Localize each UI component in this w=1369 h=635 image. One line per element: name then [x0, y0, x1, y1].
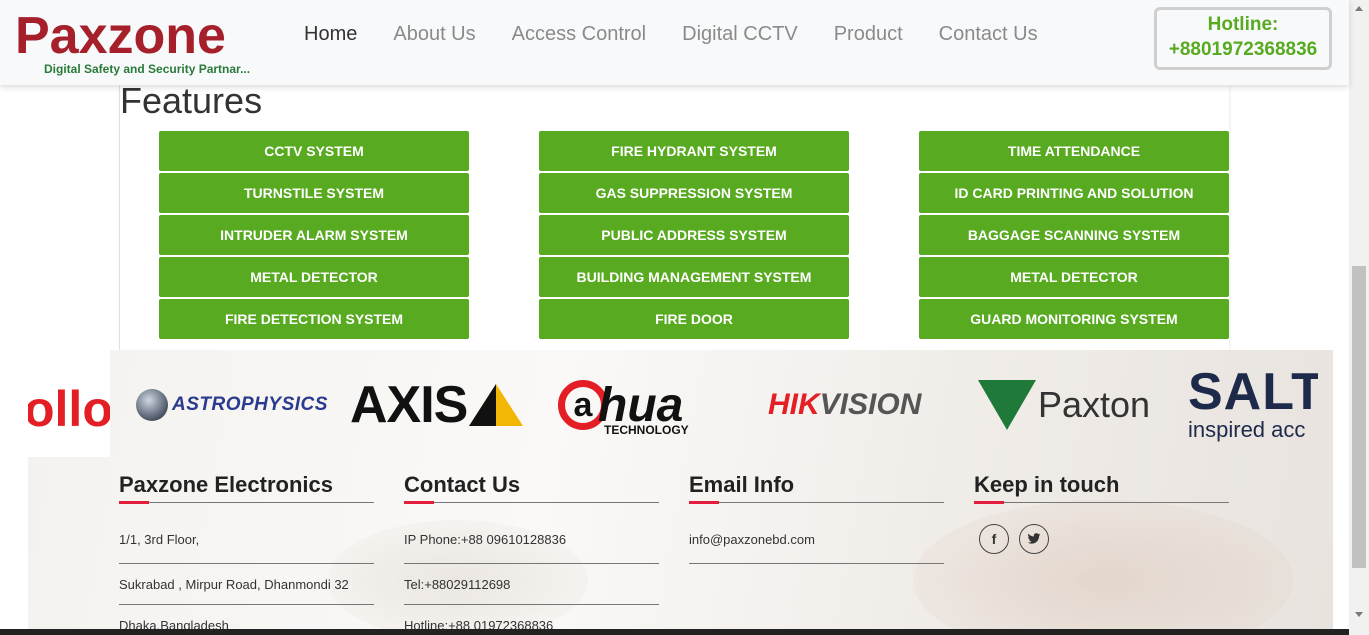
title-underline [404, 501, 659, 504]
title-underline [974, 501, 1229, 504]
logo[interactable]: Paxzone Digital Safety and Security Part… [15, 10, 250, 76]
footer-email-title: Email Info [689, 472, 795, 497]
twitter-icon[interactable] [1019, 524, 1049, 554]
brand-logo-salto[interactable]: SALT inspired acc [1188, 350, 1318, 460]
scroll-up-arrow-icon[interactable] [1355, 6, 1363, 11]
title-underline [119, 501, 374, 504]
nav-access-control[interactable]: Access Control [498, 22, 661, 46]
feature-cctv-system[interactable]: CCTV SYSTEM [159, 131, 469, 171]
scrollbar-thumb[interactable] [1352, 266, 1366, 568]
main-nav: Home About Us Access Control Digital CCT… [290, 22, 1060, 46]
nav-contact-us[interactable]: Contact Us [925, 22, 1052, 46]
address-line: 1/1, 3rd Floor, [119, 530, 374, 564]
brand-logo-axis[interactable]: AXIS [350, 350, 525, 460]
globe-icon [136, 389, 168, 421]
feature-time-attendance[interactable]: TIME ATTENDANCE [919, 131, 1229, 171]
feature-metal-detector[interactable]: METAL DETECTOR [159, 257, 469, 297]
feature-public-address-system[interactable]: PUBLIC ADDRESS SYSTEM [539, 215, 849, 255]
tel-line[interactable]: Tel:+88029112698 [404, 564, 659, 605]
feature-id-card-printing[interactable]: ID CARD PRINTING AND SOLUTION [919, 173, 1229, 213]
feature-baggage-scanning-system[interactable]: BAGGAGE SCANNING SYSTEM [919, 215, 1229, 255]
nav-digital-cctv[interactable]: Digital CCTV [668, 22, 812, 46]
hotline-number[interactable]: +8801972368836 [1157, 39, 1329, 61]
bottom-bar [0, 629, 1349, 635]
hotline-box[interactable]: Hotline: +8801972368836 [1154, 7, 1332, 70]
feature-intruder-alarm-system[interactable]: INTRUDER ALARM SYSTEM [159, 215, 469, 255]
footer-contact-column: Contact Us IP Phone:+88 09610128836 Tel:… [404, 470, 659, 635]
email-link[interactable]: info@paxzonebd.com [689, 530, 944, 564]
brand-logo-dahua[interactable]: a hua TECHNOLOGY [558, 350, 689, 460]
brand-logo-hikvision[interactable]: HIK VISION [768, 350, 921, 460]
feature-gas-suppression-system[interactable]: GAS SUPPRESSION SYSTEM [539, 173, 849, 213]
feature-fire-door[interactable]: FIRE DOOR [539, 299, 849, 339]
footer-contact-title: Contact Us [404, 472, 521, 497]
feature-turnstile-system[interactable]: TURNSTILE SYSTEM [159, 173, 469, 213]
scroll-down-arrow-icon[interactable] [1355, 612, 1363, 617]
feature-fire-hydrant-system[interactable]: FIRE HYDRANT SYSTEM [539, 131, 849, 171]
logo-text[interactable]: Paxzone [15, 10, 226, 62]
ip-phone-line[interactable]: IP Phone:+88 09610128836 [404, 530, 659, 564]
features-title: Features [120, 80, 263, 121]
site-header: Paxzone Digital Safety and Security Part… [0, 0, 1349, 85]
footer-company-title: Paxzone Electronics [119, 472, 333, 497]
hotline-label: Hotline: [1207, 14, 1279, 35]
title-underline [689, 501, 944, 504]
social-links: f [974, 524, 1229, 554]
feature-fire-detection-system[interactable]: FIRE DETECTION SYSTEM [159, 299, 469, 339]
paxton-triangle-icon [978, 380, 1036, 430]
feature-metal-detector-2[interactable]: METAL DETECTOR [919, 257, 1229, 297]
brand-logo-astrophysics[interactable]: ASTROPHYSICS [136, 350, 328, 460]
nav-product[interactable]: Product [820, 22, 917, 46]
brand-carousel: ollo ASTROPHYSICS AXIS a hua TECHNOLOGY … [28, 350, 1318, 460]
feature-guard-monitoring-system[interactable]: GUARD MONITORING SYSTEM [919, 299, 1229, 339]
brand-logo-ollo[interactable]: ollo [28, 350, 110, 457]
axis-triangle-icon [469, 384, 524, 426]
address-line: Sukrabad , Mirpur Road, Dhanmondi 32 [119, 564, 374, 605]
facebook-icon[interactable]: f [979, 524, 1009, 554]
footer-social-title: Keep in touch [974, 472, 1120, 497]
logo-tagline: Digital Safety and Security Partnar... [44, 62, 251, 76]
nav-home[interactable]: Home [290, 22, 371, 46]
brand-logo-paxton[interactable]: Paxton [978, 350, 1150, 460]
footer-email-column: Email Info info@paxzonebd.com [689, 470, 944, 564]
feature-building-management-system[interactable]: BUILDING MANAGEMENT SYSTEM [539, 257, 849, 297]
page-scrollbar[interactable] [1349, 0, 1369, 635]
nav-about-us[interactable]: About Us [379, 22, 489, 46]
footer-company-column: Paxzone Electronics 1/1, 3rd Floor, Sukr… [119, 470, 374, 635]
footer-social-column: Keep in touch f [974, 470, 1229, 554]
